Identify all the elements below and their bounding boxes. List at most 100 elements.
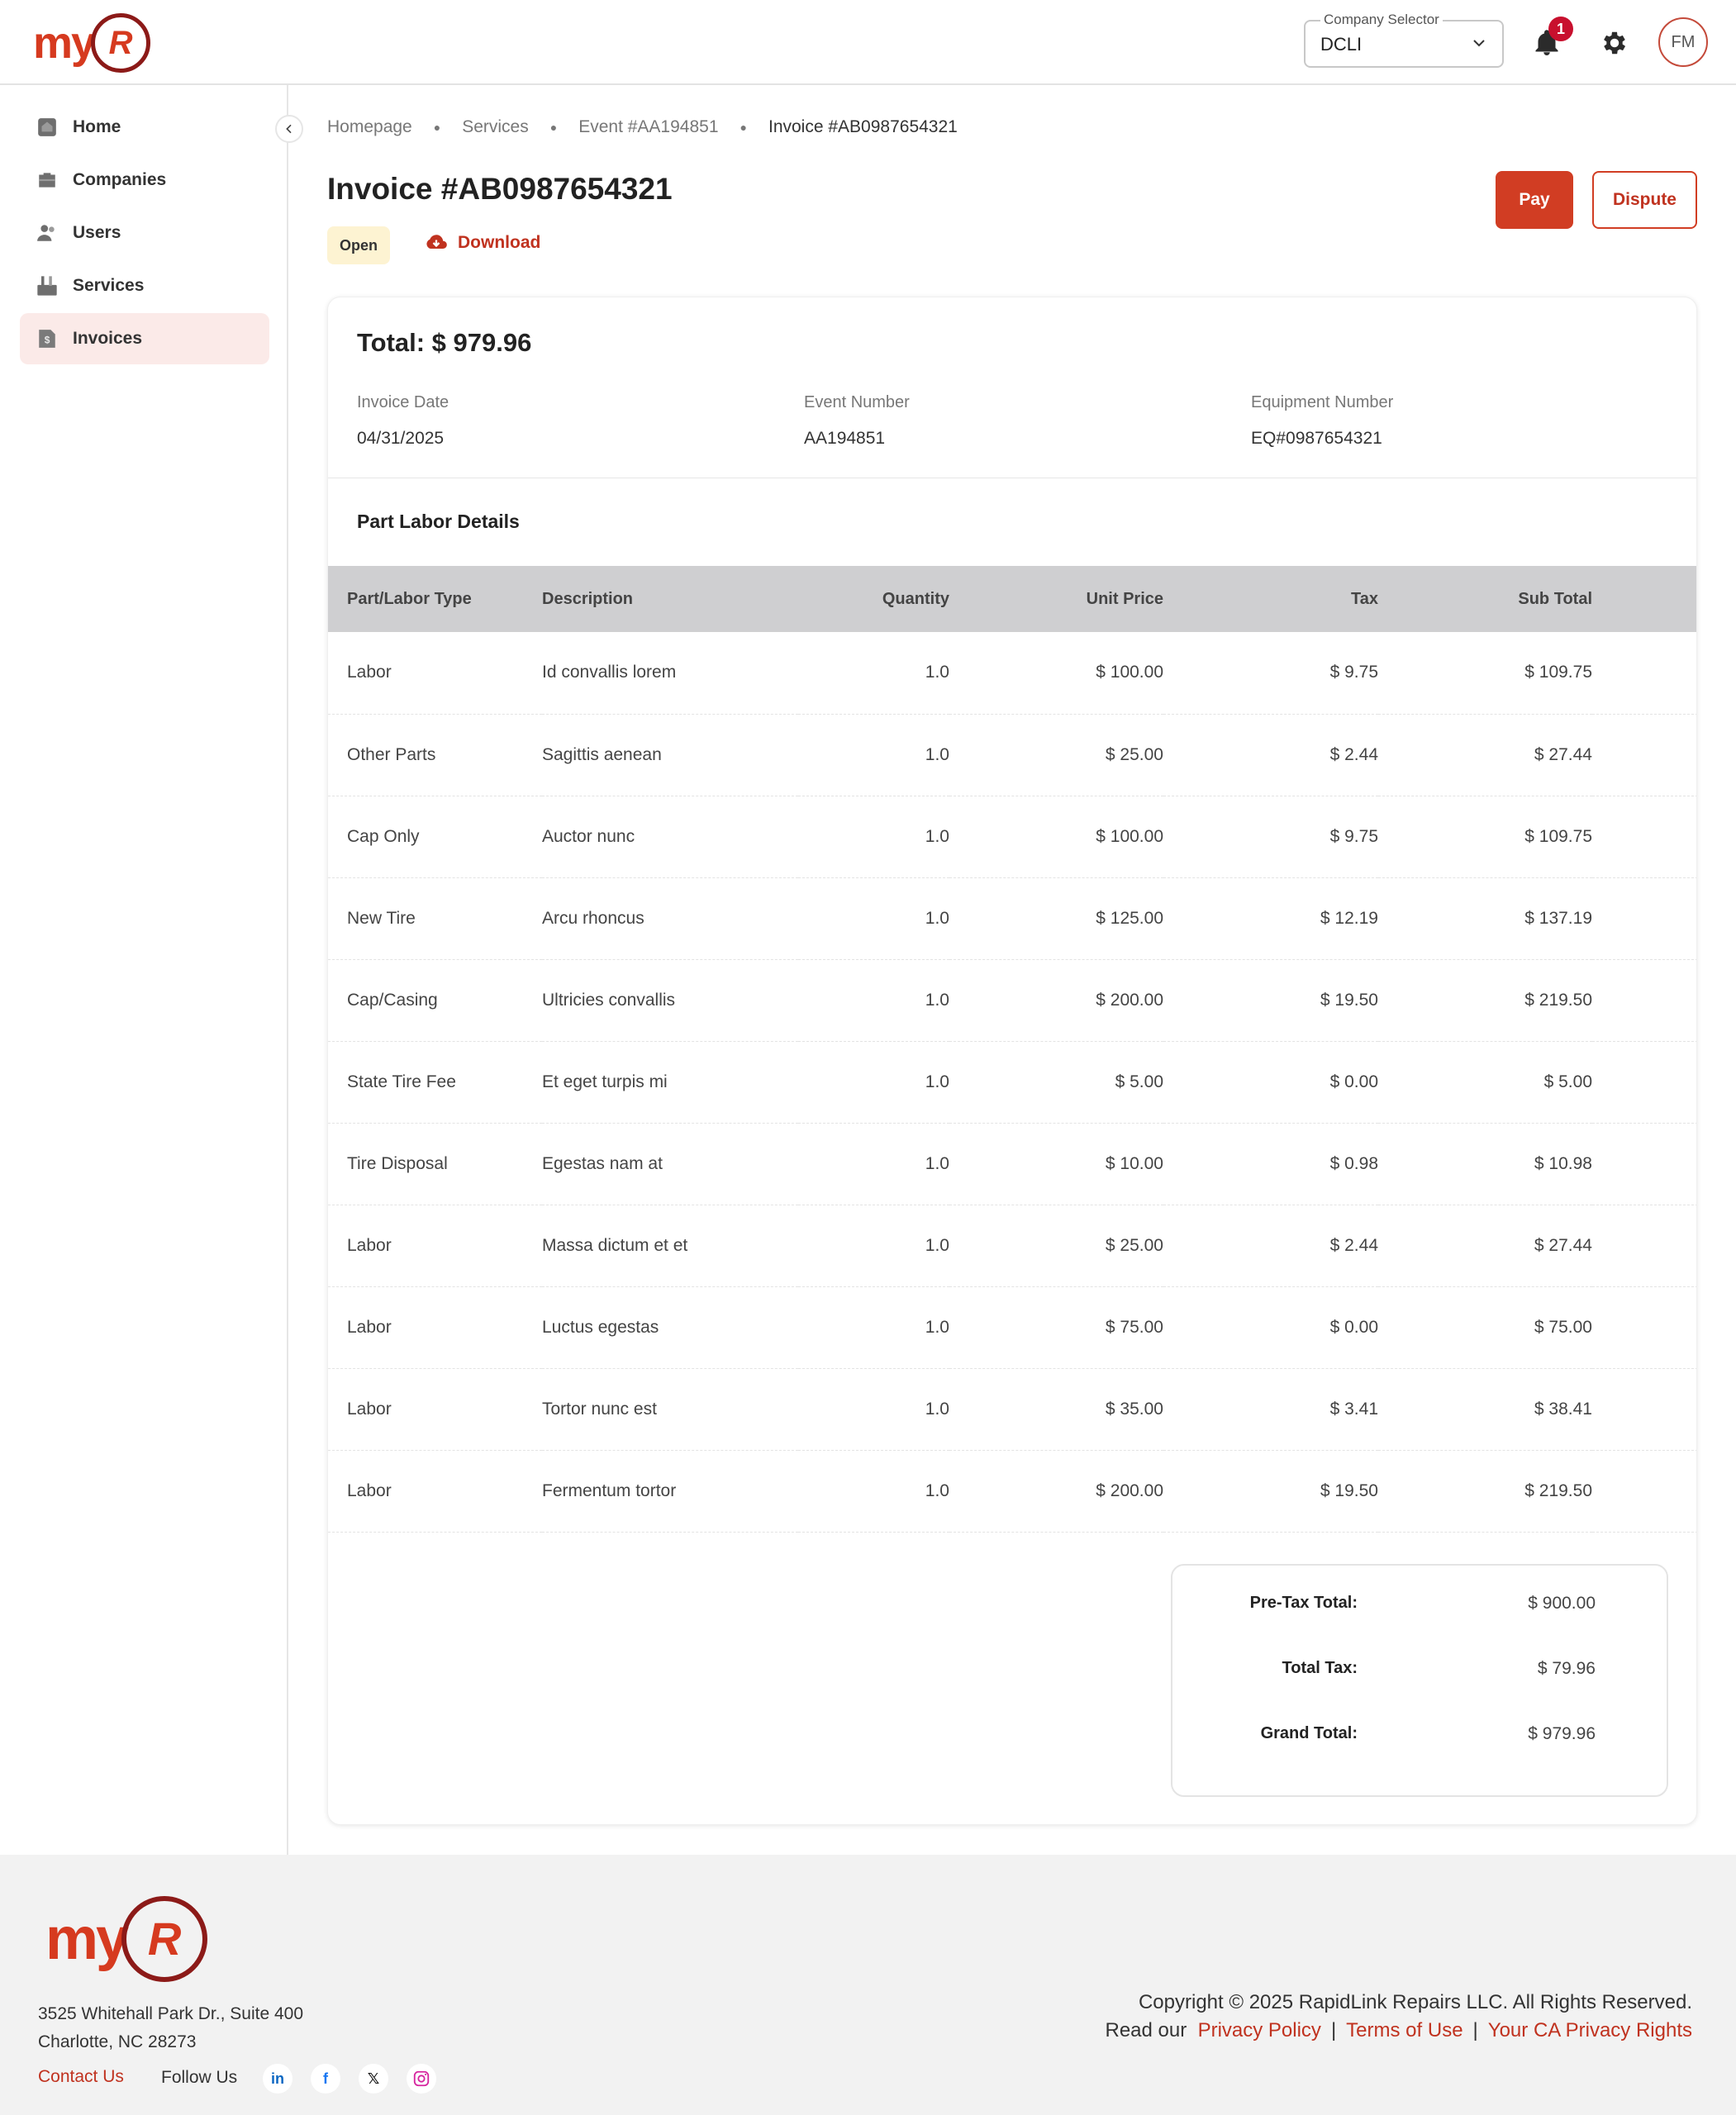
equipment-number-label: Equipment Number <box>1251 393 1394 411</box>
gear-icon[interactable] <box>1600 28 1629 58</box>
invoice-card: Total: $ 979.96 Invoice Date 04/31/2025 … <box>327 297 1697 1825</box>
cell-tax: $ 0.00 <box>1163 1286 1378 1369</box>
sidebar-item-label: Home <box>73 117 121 136</box>
chevron-left-icon <box>286 124 292 134</box>
cell-tax: $ 9.75 <box>1163 632 1378 715</box>
cell-unit-price: $ 75.00 <box>949 1286 1163 1369</box>
cell-spacer <box>1592 1123 1696 1205</box>
column-header-description: Description <box>542 566 798 632</box>
cell-quantity: 1.0 <box>798 1368 949 1451</box>
event-number-field: Event Number AA194851 <box>804 393 910 449</box>
page-title: Invoice #AB0987654321 <box>327 172 673 206</box>
cell-spacer <box>1592 959 1696 1042</box>
column-header-quantity: Quantity <box>798 566 949 632</box>
cell-subtotal: $ 137.19 <box>1378 877 1592 960</box>
breadcrumb-separator: ● <box>740 121 747 134</box>
sidebar-item-services[interactable]: Services <box>20 260 269 311</box>
cell-subtotal: $ 27.44 <box>1378 1205 1592 1287</box>
cell-spacer <box>1592 1286 1696 1369</box>
cell-subtotal: $ 219.50 <box>1378 1450 1592 1533</box>
pretax-total-value: $ 900.00 <box>1528 1594 1596 1613</box>
cell-quantity: 1.0 <box>798 714 949 796</box>
table-row: Labor Fermentum tortor 1.0 $ 200.00 $ 19.50 $… <box>328 1450 1696 1533</box>
cloud-download-icon <box>426 235 447 249</box>
link-separator: | <box>1472 2019 1478 2041</box>
sidebar-item-companies[interactable]: Companies <box>20 154 269 206</box>
cell-type: Cap Only <box>328 796 542 878</box>
cell-description: Arcu rhoncus <box>542 877 798 960</box>
cell-subtotal: $ 5.00 <box>1378 1041 1592 1124</box>
breadcrumb-link-event[interactable]: Event #AA194851 <box>578 117 718 137</box>
address-line-2: Charlotte, NC 28273 <box>38 2032 197 2051</box>
cell-description: Auctor nunc <box>542 796 798 878</box>
cell-description: Id convallis lorem <box>542 632 798 715</box>
table-row: Labor Massa dictum et et 1.0 $ 25.00 $ 2.44 $… <box>328 1205 1696 1287</box>
grand-total-value: $ 979.96 <box>1528 1724 1596 1743</box>
cell-description: Tortor nunc est <box>542 1368 798 1451</box>
column-header-unit-price: Unit Price <box>949 566 1163 632</box>
table-row: Cap Only Auctor nunc 1.0 $ 100.00 $ 9.75 $ 10… <box>328 796 1696 878</box>
table-row: Labor Tortor nunc est 1.0 $ 35.00 $ 3.41 $ 38… <box>328 1368 1696 1451</box>
table-row: New Tire Arcu rhoncus 1.0 $ 125.00 $ 12.19 $ … <box>328 877 1696 960</box>
cell-unit-price: $ 100.00 <box>949 796 1163 878</box>
column-header-tax: Tax <box>1163 566 1378 632</box>
footer: my R 3525 Whitehall Park Dr., Suite 400 … <box>0 1855 1736 2115</box>
total-tax-label: Total Tax: <box>1282 1659 1358 1677</box>
breadcrumb-link-services[interactable]: Services <box>462 117 529 137</box>
footer-logo-badge: R <box>121 1896 208 1982</box>
cell-subtotal: $ 75.00 <box>1378 1286 1592 1369</box>
table-row: Labor Id convallis lorem 1.0 $ 100.00 $ 9.75… <box>328 632 1696 715</box>
company-selector[interactable]: Company Selector DCLI <box>1304 12 1504 68</box>
grand-total-row: Grand Total: $ 979.96 <box>1172 1724 1667 1749</box>
breadcrumb-separator: ● <box>549 121 558 134</box>
grand-total-label: Grand Total: <box>1260 1724 1358 1742</box>
cell-subtotal: $ 27.44 <box>1378 714 1592 796</box>
user-avatar[interactable]: FM <box>1658 17 1708 67</box>
sidebar-item-invoices[interactable]: $ Invoices <box>20 313 269 364</box>
cell-spacer <box>1592 632 1696 715</box>
cell-quantity: 1.0 <box>798 1205 949 1287</box>
cell-subtotal: $ 10.98 <box>1378 1123 1592 1205</box>
invoice-date-field: Invoice Date 04/31/2025 <box>357 393 449 449</box>
tools-icon <box>35 273 59 298</box>
cell-type: Labor <box>328 1450 542 1533</box>
cell-tax: $ 19.50 <box>1163 959 1378 1042</box>
cell-quantity: 1.0 <box>798 1123 949 1205</box>
sidebar-item-home[interactable]: Home <box>20 102 269 153</box>
cell-unit-price: $ 100.00 <box>949 632 1163 715</box>
x-icon[interactable]: 𝕏 <box>359 2064 388 2094</box>
table-header-row: Part/Labor Type Description Quantity Uni… <box>328 566 1696 632</box>
company-selector-label: Company Selector <box>1320 12 1443 28</box>
download-link[interactable]: Download <box>425 231 540 254</box>
facebook-icon[interactable]: f <box>311 2064 340 2094</box>
cell-type: State Tire Fee <box>328 1041 542 1124</box>
table-row: State Tire Fee Et eget turpis mi 1.0 $ 5.00… <box>328 1041 1696 1124</box>
cell-unit-price: $ 10.00 <box>949 1123 1163 1205</box>
equipment-number-value: EQ#0987654321 <box>1251 429 1382 448</box>
cell-type: Tire Disposal <box>328 1123 542 1205</box>
read-our-text: Read our <box>1105 2019 1187 2041</box>
sidebar-item-label: Users <box>73 223 121 242</box>
breadcrumb-link-homepage[interactable]: Homepage <box>327 117 412 137</box>
app-logo[interactable]: my R <box>33 13 151 73</box>
dispute-button[interactable]: Dispute <box>1592 171 1697 229</box>
logo-badge: R <box>91 13 151 73</box>
terms-of-use-link[interactable]: Terms of Use <box>1346 2019 1463 2041</box>
briefcase-icon <box>35 168 59 192</box>
ca-privacy-rights-link[interactable]: Your CA Privacy Rights <box>1488 2019 1692 2041</box>
cell-tax: $ 19.50 <box>1163 1450 1378 1533</box>
breadcrumb: Homepage ● Services ● Event #AA194851 ● … <box>327 117 958 137</box>
logo-badge-letter: R <box>108 25 133 61</box>
sidebar-item-users[interactable]: Users <box>20 207 269 259</box>
pay-button[interactable]: Pay <box>1496 171 1573 229</box>
sidebar-item-label: Companies <box>73 170 167 189</box>
cell-quantity: 1.0 <box>798 1286 949 1369</box>
contact-us-link[interactable]: Contact Us <box>38 2067 124 2087</box>
privacy-policy-link[interactable]: Privacy Policy <box>1198 2019 1321 2041</box>
sidebar-collapse-button[interactable] <box>275 115 303 143</box>
linkedin-icon[interactable]: in <box>263 2064 293 2094</box>
instagram-icon[interactable] <box>407 2064 436 2094</box>
cell-unit-price: $ 200.00 <box>949 959 1163 1042</box>
cell-subtotal: $ 109.75 <box>1378 632 1592 715</box>
table-row: Other Parts Sagittis aenean 1.0 $ 25.00 $ 2.… <box>328 714 1696 796</box>
